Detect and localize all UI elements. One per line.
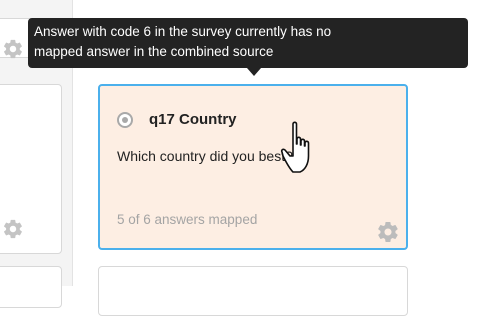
tooltip-line-2: mapped answer in the combined source <box>34 44 274 59</box>
gear-icon[interactable] <box>2 218 24 240</box>
mapping-status: 5 of 6 answers mapped <box>117 212 258 227</box>
question-code: q17 Country <box>149 111 237 128</box>
question-card-q17[interactable]: q17 Country Which country did you best? … <box>98 84 408 250</box>
question-text: Which country did you best? <box>117 148 293 164</box>
gear-icon[interactable] <box>376 220 400 244</box>
mapping-tooltip: Answer with code 6 in the survey current… <box>28 18 468 68</box>
tooltip-line-1: Answer with code 6 in the survey current… <box>34 24 332 39</box>
source-card[interactable] <box>0 266 62 308</box>
hand-pointer-cursor-icon <box>280 120 326 178</box>
question-card[interactable] <box>98 266 408 316</box>
radio-icon[interactable] <box>117 112 133 128</box>
gear-icon[interactable] <box>2 38 24 60</box>
tooltip-arrow <box>247 68 261 76</box>
